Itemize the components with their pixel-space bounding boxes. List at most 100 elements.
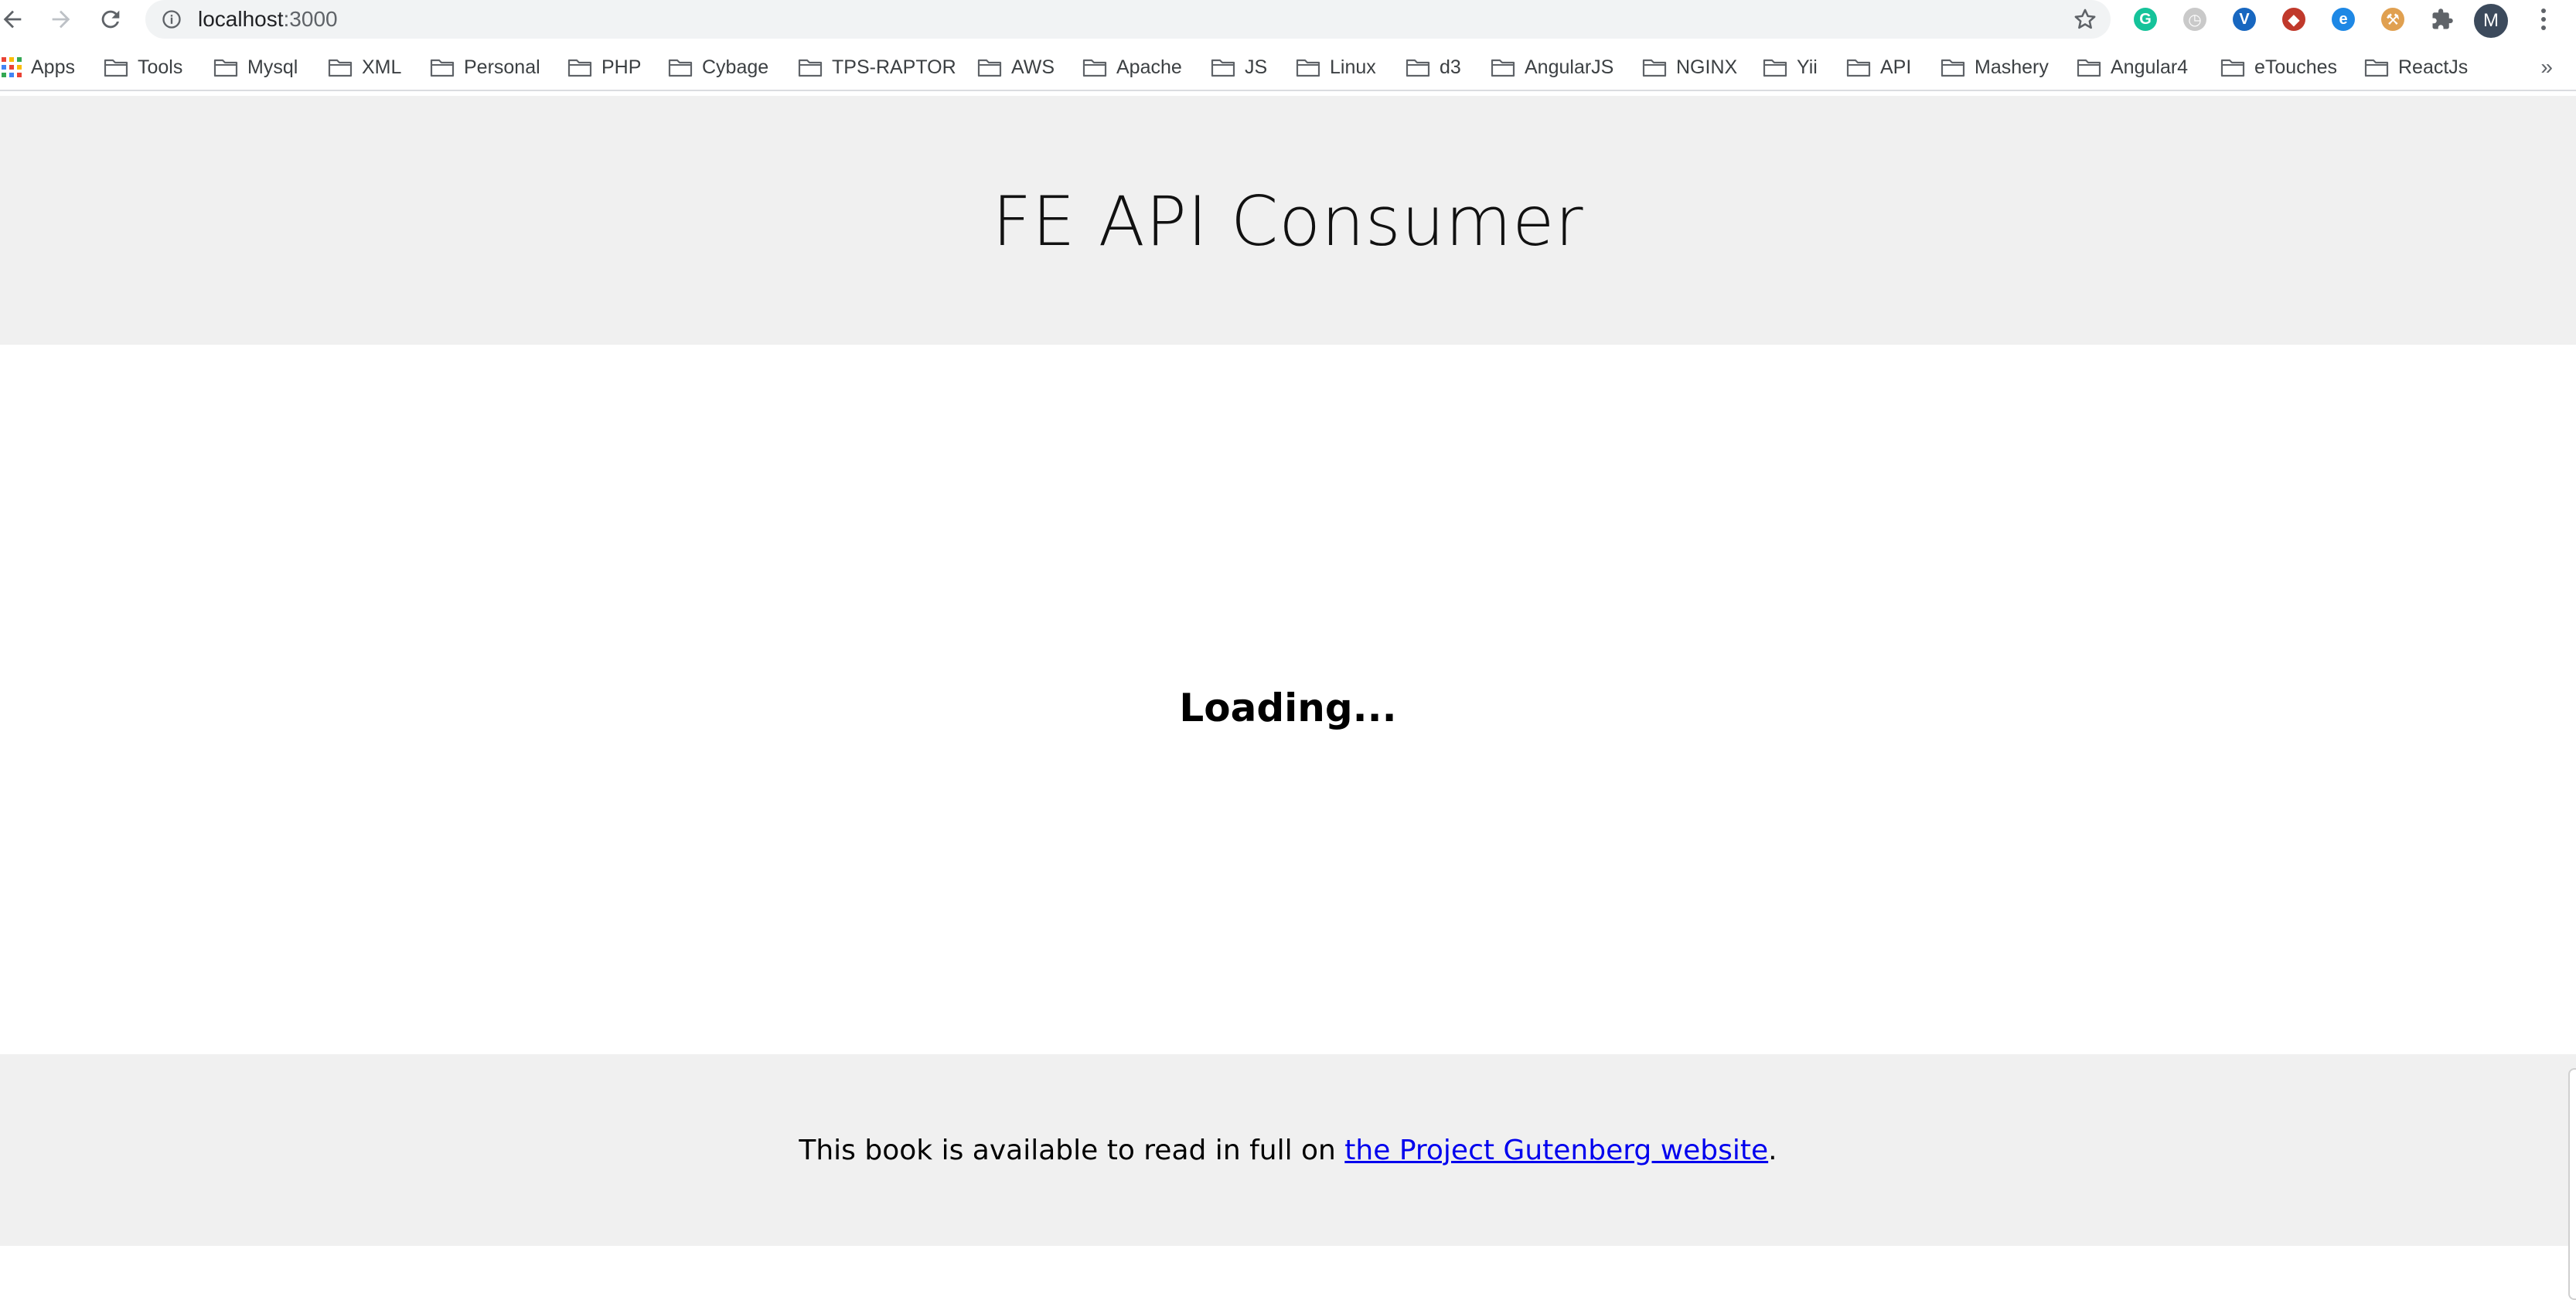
folder-icon — [1491, 59, 1515, 77]
bookmark-folder-label: AngularJS — [1525, 56, 1614, 78]
bookmark-folder-personal[interactable]: Personal — [430, 43, 540, 91]
gutenberg-link[interactable]: the Project Gutenberg website — [1344, 1135, 1768, 1166]
info-icon[interactable] — [161, 9, 182, 30]
bookmark-folder-label: PHP — [601, 56, 642, 78]
bookmark-folder-label: Personal — [464, 56, 540, 78]
bookmark-folder-label: JS — [1245, 56, 1268, 78]
folder-icon — [1941, 59, 1965, 77]
bookmark-folder-label: Yii — [1797, 56, 1818, 78]
hammer-extension-button[interactable]: ⚒ — [2378, 5, 2407, 34]
browser-menu-button[interactable] — [2528, 4, 2559, 35]
app-footer: This book is available to read in full o… — [0, 1054, 2576, 1246]
bookmark-folder-tools[interactable]: Tools — [104, 43, 182, 91]
bookmark-folder-label: TPS-RAPTOR — [832, 56, 956, 78]
bookmark-folder-label: API — [1880, 56, 1912, 78]
bookmark-folder-label: Mashery — [1975, 56, 2049, 78]
bookmark-folder-label: eTouches — [2254, 56, 2338, 78]
browser-toolbar: localhost:3000 G ◷ V ◆ e ⚒ M — [0, 0, 2576, 39]
bookmark-apps[interactable]: Apps — [2, 43, 75, 91]
bookmark-folder-linux[interactable]: Linux — [1296, 43, 1376, 91]
bookmark-folder-label: Apache — [1116, 56, 1182, 78]
footer-prefix: This book is available to read in full o… — [799, 1134, 1345, 1166]
url-port: :3000 — [283, 7, 338, 31]
more-bookmarks-button[interactable]: » — [2540, 43, 2553, 91]
folder-icon — [977, 59, 1002, 77]
folder-icon — [213, 59, 238, 77]
footer-text: This book is available to read in full o… — [799, 1135, 1777, 1166]
folder-icon — [1406, 59, 1430, 77]
extensions-puzzle-button[interactable] — [2428, 5, 2457, 34]
bookmark-folder-api[interactable]: API — [1846, 43, 1911, 91]
folder-icon — [2364, 59, 2389, 77]
ie-tab-extension-button[interactable]: e — [2329, 5, 2358, 34]
bookmarks-bar: Apps Tools Mysql XML Personal PHP Cybage TPS-R… — [0, 43, 2576, 91]
bookmark-folder-mysql[interactable]: Mysql — [213, 43, 298, 91]
bookmark-folder-label: AWS — [1011, 56, 1055, 78]
page-viewport: FE API Consumer Loading... This book is … — [0, 96, 2576, 1300]
app-main: Loading... — [0, 345, 2576, 1054]
bookmark-folder-label: Angular4 — [2111, 56, 2189, 78]
url-text[interactable]: localhost:3000 — [198, 0, 338, 39]
avatar-initial: M — [2483, 10, 2499, 31]
puzzle-icon — [2432, 9, 2453, 29]
page-title: FE API Consumer — [992, 181, 1584, 261]
folder-icon — [1296, 59, 1320, 77]
grammarly-extension-icon: G — [2134, 8, 2157, 31]
apps-grid-icon — [2, 57, 22, 77]
folder-icon — [1642, 59, 1667, 77]
bookmark-folder-label: NGINX — [1676, 56, 1738, 78]
bookmark-apps-label: Apps — [31, 56, 75, 78]
bookmark-folder-yii[interactable]: Yii — [1763, 43, 1818, 91]
bookmark-folder-angular4[interactable]: Angular4 — [2077, 43, 2188, 91]
folder-icon — [2220, 59, 2245, 77]
bookmark-folder-cybage[interactable]: Cybage — [668, 43, 768, 91]
folder-icon — [2077, 59, 2101, 77]
ie-tab-extension-icon: e — [2332, 8, 2355, 31]
bookmark-folder-label: ReactJs — [2398, 56, 2469, 78]
bookmark-folder-label: Tools — [138, 56, 183, 78]
bookmark-folder-aws[interactable]: AWS — [977, 43, 1055, 91]
forward-button[interactable] — [44, 2, 78, 36]
vuetify-extension-button[interactable]: V — [2230, 5, 2259, 34]
url-host: localhost — [198, 7, 284, 31]
footer-suffix: . — [1768, 1134, 1777, 1166]
bookmark-folder-label: Mysql — [247, 56, 298, 78]
hammer-extension-icon: ⚒ — [2381, 8, 2404, 31]
vuetify-extension-icon: V — [2233, 8, 2256, 31]
bookmark-folder-php[interactable]: PHP — [567, 43, 641, 91]
folder-icon — [430, 59, 455, 77]
folder-icon — [1846, 59, 1871, 77]
bookmark-folder-mashery[interactable]: Mashery — [1941, 43, 2049, 91]
bookmark-folder-label: XML — [362, 56, 402, 78]
bookmark-folder-angularjs[interactable]: AngularJS — [1491, 43, 1613, 91]
arrow-right-icon — [52, 10, 70, 29]
folder-icon — [104, 59, 128, 77]
bookmark-folder-js[interactable]: JS — [1211, 43, 1267, 91]
loading-indicator: Loading... — [1179, 686, 1397, 730]
app-header: FE API Consumer — [0, 96, 2576, 345]
reload-button[interactable] — [94, 2, 128, 36]
ruby-extension-button[interactable]: ◆ — [2279, 5, 2309, 34]
address-bar[interactable]: localhost:3000 — [145, 0, 2111, 39]
bookmark-folder-tps-raptor[interactable]: TPS-RAPTOR — [798, 43, 956, 91]
bookmark-folder-nginx[interactable]: NGINX — [1642, 43, 1737, 91]
folder-icon — [668, 59, 693, 77]
back-button[interactable] — [0, 2, 29, 36]
arrow-left-icon — [3, 10, 22, 29]
side-panel-tab[interactable] — [2568, 1068, 2576, 1300]
bookmark-folder-apache[interactable]: Apache — [1082, 43, 1182, 91]
bookmark-folder-reactjs[interactable]: ReactJs — [2364, 43, 2468, 91]
bookmark-folder-etouches[interactable]: eTouches — [2220, 43, 2337, 91]
bookmark-star-icon[interactable] — [2072, 6, 2098, 32]
bookmark-folder-label: Cybage — [702, 56, 769, 78]
profile-avatar[interactable]: M — [2474, 4, 2508, 38]
timer-extension-icon: ◷ — [2183, 8, 2206, 31]
bookmark-folder-xml[interactable]: XML — [328, 43, 401, 91]
timer-extension-button[interactable]: ◷ — [2180, 5, 2210, 34]
ruby-extension-icon: ◆ — [2282, 8, 2305, 31]
grammarly-extension-button[interactable]: G — [2131, 5, 2160, 34]
bookmark-folder-d3[interactable]: d3 — [1406, 43, 1461, 91]
bookmark-folder-label: Linux — [1330, 56, 1376, 78]
reload-icon — [101, 10, 120, 29]
bookmark-folder-label: d3 — [1440, 56, 1461, 78]
